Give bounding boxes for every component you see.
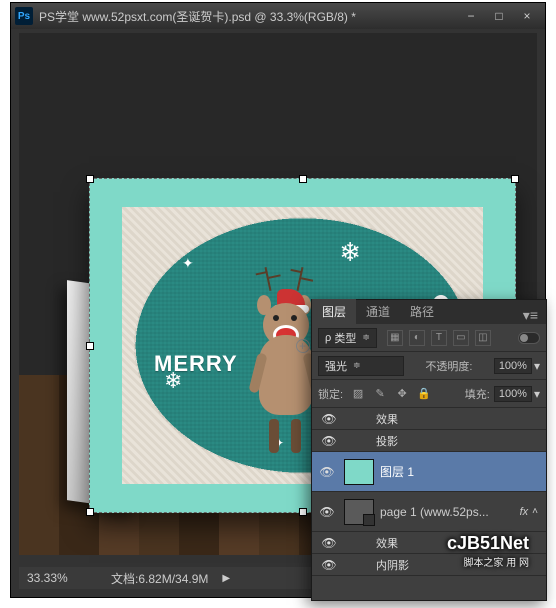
doc-size-label: 文档:6.82M/34.9M bbox=[111, 570, 208, 587]
panel-tabs: 图层 通道 路径 ▾≡ bbox=[312, 300, 546, 324]
maximize-button[interactable]: □ bbox=[485, 6, 513, 26]
layer-row-selected[interactable]: 图层 1 bbox=[312, 452, 546, 492]
filter-kind-select[interactable]: ρ 类型≑ bbox=[318, 328, 377, 348]
snowflake-icon: ❄ bbox=[339, 237, 361, 268]
tab-channels[interactable]: 通道 bbox=[356, 299, 400, 324]
titlebar[interactable]: Ps PS学堂 www.52psxt.com(圣诞贺卡).psd @ 33.3%… bbox=[11, 3, 545, 29]
lock-fill-row: 锁定: ▨ ✎ ✥ 🔒 填充: 100%▾ bbox=[312, 380, 546, 408]
photoshop-window: Ps PS学堂 www.52psxt.com(圣诞贺卡).psd @ 33.3%… bbox=[10, 2, 546, 598]
ps-app-icon: Ps bbox=[15, 7, 33, 25]
transform-handle-ml[interactable] bbox=[86, 342, 94, 350]
layer-effects-row[interactable]: 效果 bbox=[312, 408, 546, 430]
layer-effects-row[interactable]: 效果 bbox=[312, 532, 546, 554]
visibility-eye-icon[interactable] bbox=[318, 535, 340, 550]
filter-shape-icon[interactable]: ▭ bbox=[453, 330, 469, 346]
filter-smart-icon[interactable]: ◫ bbox=[475, 330, 491, 346]
lock-pixels-icon[interactable]: ✎ bbox=[371, 386, 389, 402]
transform-center-point[interactable] bbox=[296, 339, 310, 353]
lock-position-icon[interactable]: ✥ bbox=[393, 386, 411, 402]
filter-toggle[interactable] bbox=[518, 332, 540, 344]
tab-layers[interactable]: 图层 bbox=[312, 299, 356, 324]
merry-text: MERRY bbox=[154, 351, 238, 377]
blend-opacity-row: 强光≑ 不透明度: 100%▾ bbox=[312, 352, 546, 380]
layers-panel[interactable]: 图层 通道 路径 ▾≡ ρ 类型≑ ▦ ◐ T ▭ ◫ 强光≑ 不透明度: 10… bbox=[311, 299, 547, 601]
transform-handle-tc[interactable] bbox=[299, 175, 307, 183]
opacity-label: 不透明度: bbox=[425, 358, 472, 374]
transform-handle-tr[interactable] bbox=[511, 175, 519, 183]
filter-adjust-icon[interactable]: ◐ bbox=[409, 330, 425, 346]
panel-menu-icon[interactable]: ▾≡ bbox=[515, 307, 546, 324]
lock-transparency-icon[interactable]: ▨ bbox=[349, 386, 367, 402]
filter-pixel-icon[interactable]: ▦ bbox=[387, 330, 403, 346]
minimize-button[interactable]: − bbox=[457, 6, 485, 26]
layer-name[interactable]: 图层 1 bbox=[380, 463, 542, 480]
visibility-eye-icon[interactable] bbox=[318, 433, 340, 448]
filter-type-icon[interactable]: T bbox=[431, 330, 447, 346]
layer-name[interactable]: page 1 (www.52ps... bbox=[380, 505, 520, 519]
lock-label: 锁定: bbox=[318, 386, 343, 402]
layer-list: 效果 投影 图层 1 page 1 (www.52ps... fx ˄ bbox=[312, 408, 546, 600]
visibility-eye-icon[interactable] bbox=[316, 464, 338, 479]
chevron-down-icon[interactable]: ▾ bbox=[534, 359, 540, 373]
transform-handle-tl[interactable] bbox=[86, 175, 94, 183]
visibility-eye-icon[interactable] bbox=[318, 557, 340, 572]
fill-label: 填充: bbox=[465, 386, 490, 402]
fx-expand-icon[interactable]: ˄ bbox=[532, 506, 538, 517]
visibility-eye-icon[interactable] bbox=[316, 504, 338, 519]
lock-all-icon[interactable]: 🔒 bbox=[415, 386, 433, 402]
status-menu-arrow-icon[interactable]: ▶ bbox=[222, 573, 230, 584]
effect-inner-shadow[interactable]: 内阴影 bbox=[312, 554, 546, 576]
tab-paths[interactable]: 路径 bbox=[400, 299, 444, 324]
visibility-eye-icon[interactable] bbox=[318, 411, 340, 426]
fill-value[interactable]: 100% bbox=[494, 386, 532, 402]
zoom-level[interactable]: 33.33% bbox=[27, 571, 97, 585]
chevron-down-icon[interactable]: ▾ bbox=[534, 387, 540, 401]
transform-handle-bl[interactable] bbox=[86, 508, 94, 516]
fx-badge[interactable]: fx bbox=[520, 506, 529, 518]
transform-handle-bc[interactable] bbox=[299, 508, 307, 516]
blend-mode-select[interactable]: 强光≑ bbox=[318, 356, 404, 376]
layer-thumbnail-smart[interactable] bbox=[344, 499, 374, 525]
filter-row: ρ 类型≑ ▦ ◐ T ▭ ◫ bbox=[312, 324, 546, 352]
window-title: PS学堂 www.52psxt.com(圣诞贺卡).psd @ 33.3%(RG… bbox=[39, 8, 457, 25]
opacity-value[interactable]: 100% bbox=[494, 358, 532, 374]
layer-row[interactable]: page 1 (www.52ps... fx ˄ bbox=[312, 492, 546, 532]
effect-drop-shadow[interactable]: 投影 bbox=[312, 430, 546, 452]
snowflake-icon: ✦ bbox=[182, 255, 194, 272]
layer-thumbnail[interactable] bbox=[344, 459, 374, 485]
close-button[interactable]: × bbox=[513, 6, 541, 26]
